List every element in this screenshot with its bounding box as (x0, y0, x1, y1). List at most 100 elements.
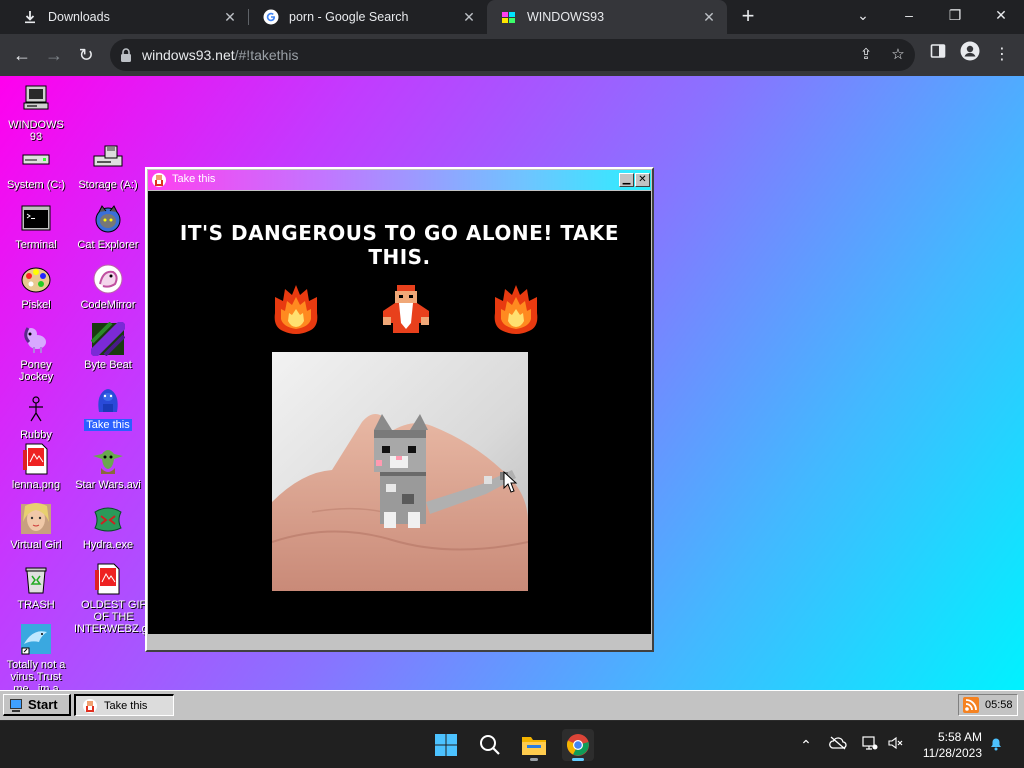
chevron-up-icon[interactable]: ⌃ (796, 735, 816, 755)
desktop-icon-not-a-virus[interactable]: Totally not a virus.Trust me...im a (0, 622, 72, 690)
tab-downloads[interactable]: Downloads ✕ (8, 0, 248, 34)
reload-icon[interactable]: ↻ (72, 41, 100, 69)
search-icon[interactable] (474, 729, 506, 761)
icon-label: TRASH (17, 599, 55, 611)
tab-windows93[interactable]: WINDOWS93 ✕ (487, 0, 727, 34)
restore-icon[interactable]: ❐ (932, 0, 978, 34)
close-icon[interactable]: ✕ (701, 9, 717, 25)
side-panel-icon[interactable] (924, 41, 952, 69)
onedrive-offline-icon[interactable] (828, 735, 848, 755)
icon-label: Hydra.exe (82, 539, 134, 551)
clock-time: 5:58 AM (937, 730, 982, 744)
desktop-icon-lenna[interactable]: lenna.png (0, 442, 72, 491)
desktop-icon-byte-beat[interactable]: Byte Beat (72, 322, 144, 371)
forward-arrow-icon[interactable]: → (40, 41, 68, 69)
dolphin-icon (21, 624, 51, 655)
desktop-icon-rubby[interactable]: Rubby (0, 392, 72, 441)
lego-cat-photo[interactable] (272, 352, 528, 591)
notification-bell-icon[interactable] (986, 735, 1006, 755)
floppy-drive-icon (93, 145, 123, 167)
take-this-window[interactable]: Take this ▁ ✕ IT'S DANGEROUS TO GO ALONE… (145, 167, 654, 652)
fire-icon (274, 285, 318, 334)
clock-date: 11/28/2023 (922, 746, 982, 760)
desktop-icon-terminal[interactable]: Terminal (0, 202, 72, 251)
display-icon[interactable] (860, 735, 880, 755)
browser-toolbar: ← → ↻ windows93.net/#!takethis ⇪ ☆ ⋮ (0, 34, 1024, 76)
trash-icon (25, 567, 47, 594)
address-bar[interactable]: windows93.net/#!takethis ⇪ ☆ (110, 39, 915, 71)
desktop-icon-codemirror[interactable]: CodeMirror (72, 262, 144, 311)
close-icon[interactable]: ✕ (461, 9, 477, 25)
windows93-logo-icon (10, 698, 22, 712)
icon-label: WINDOWS 93 (8, 119, 64, 143)
icon-label: Storage (A:) (78, 179, 138, 191)
google-icon (263, 9, 279, 25)
icon-label: Rubby (20, 429, 52, 441)
desktop-icon-trash[interactable]: TRASH (0, 562, 72, 611)
desktop-icon-take-this[interactable]: Take this (72, 382, 144, 431)
tab-strip: Downloads ✕ porn - Google Search ✕ WINDO… (0, 0, 1024, 34)
desktop-icon-piskel[interactable]: Piskel (0, 262, 72, 311)
desktop-icon-storage-a[interactable]: Storage (A:) (72, 142, 144, 191)
windows93-tray: 05:58 (958, 694, 1018, 716)
drive-icon (22, 154, 50, 165)
start-button[interactable]: Start (3, 694, 71, 716)
chrome-icon[interactable] (562, 729, 594, 761)
file-explorer-icon[interactable] (518, 729, 550, 761)
pony-icon (24, 327, 46, 353)
desktop-icon-hydra[interactable]: Hydra.exe (72, 502, 144, 551)
windows93-icon (501, 9, 517, 25)
back-arrow-icon[interactable]: ← (8, 41, 36, 69)
share-icon[interactable]: ⇪ (856, 45, 876, 65)
window-titlebar[interactable]: Take this ▁ ✕ (148, 170, 651, 190)
star-icon[interactable]: ☆ (888, 45, 908, 65)
desktop-icon-virtual-girl[interactable]: Virtual Girl (0, 502, 72, 551)
desktop-icon-star-wars[interactable]: Star Wars.avi (72, 442, 144, 491)
icon-label: Virtual Girl (10, 539, 62, 551)
desktop-icon-poney-jockey[interactable]: Poney Jockey (0, 322, 72, 383)
download-icon (22, 9, 38, 25)
image-file-icon (23, 443, 48, 475)
windows93-taskbar: Start Take this 05:58 (0, 690, 1024, 720)
windows-start-icon[interactable] (430, 729, 462, 761)
old-man-icon (83, 698, 97, 713)
tab-title: WINDOWS93 (527, 10, 605, 24)
icon-label: Byte Beat (84, 359, 132, 371)
tab-search-icon[interactable]: ⌄ (840, 0, 886, 34)
speaker-muted-icon[interactable] (886, 735, 906, 755)
rss-icon[interactable] (963, 697, 979, 713)
old-man-icon (152, 173, 166, 187)
taskbar-item-take-this[interactable]: Take this (74, 694, 174, 716)
active-indicator (572, 758, 584, 761)
yoda-icon (93, 450, 123, 474)
start-label: Start (28, 697, 58, 712)
desktop-icon-oldest-gif[interactable]: OLDEST GIF OF THE INTERWEBZ.gif (72, 562, 153, 635)
lock-icon (120, 48, 134, 62)
close-icon[interactable]: ✕ (222, 9, 238, 25)
close-window-icon[interactable]: ✕ (978, 0, 1024, 34)
profile-icon[interactable] (956, 41, 984, 69)
menu-kebab-icon[interactable]: ⋮ (988, 41, 1016, 69)
bytebeat-icon (91, 322, 125, 356)
minimize-icon[interactable]: – (886, 0, 932, 34)
fire-icon (494, 285, 538, 334)
url-path: /#!takethis (234, 47, 299, 63)
tab-title: Downloads (48, 10, 110, 24)
tray-clock: 05:58 (985, 699, 1013, 711)
system-clock[interactable]: 5:58 AM 11/28/2023 (912, 729, 982, 761)
minimize-button[interactable]: ▁ (619, 173, 634, 187)
new-tab-button[interactable]: + (736, 5, 760, 29)
desktop-icon-windows93[interactable]: WINDOWS 93 (0, 82, 72, 143)
tab-google-search[interactable]: porn - Google Search ✕ (249, 0, 487, 34)
old-man-sprite (383, 285, 429, 333)
cat-explorer-icon (95, 205, 121, 233)
windows93-desktop: WINDOWS 93 System (C:) Terminal Piskel P… (0, 76, 1024, 690)
desktop-icon-system-c[interactable]: System (C:) (0, 142, 72, 191)
icon-label: Terminal (15, 239, 57, 251)
headline-text: IT'S DANGEROUS TO GO ALONE! TAKE THIS. (179, 221, 620, 269)
close-button[interactable]: ✕ (635, 173, 650, 187)
codemirror-icon (93, 264, 123, 294)
desktop-icon-cat-explorer[interactable]: Cat Explorer (72, 202, 144, 251)
window-status-bar (148, 635, 651, 649)
icon-label: Cat Explorer (77, 239, 139, 251)
